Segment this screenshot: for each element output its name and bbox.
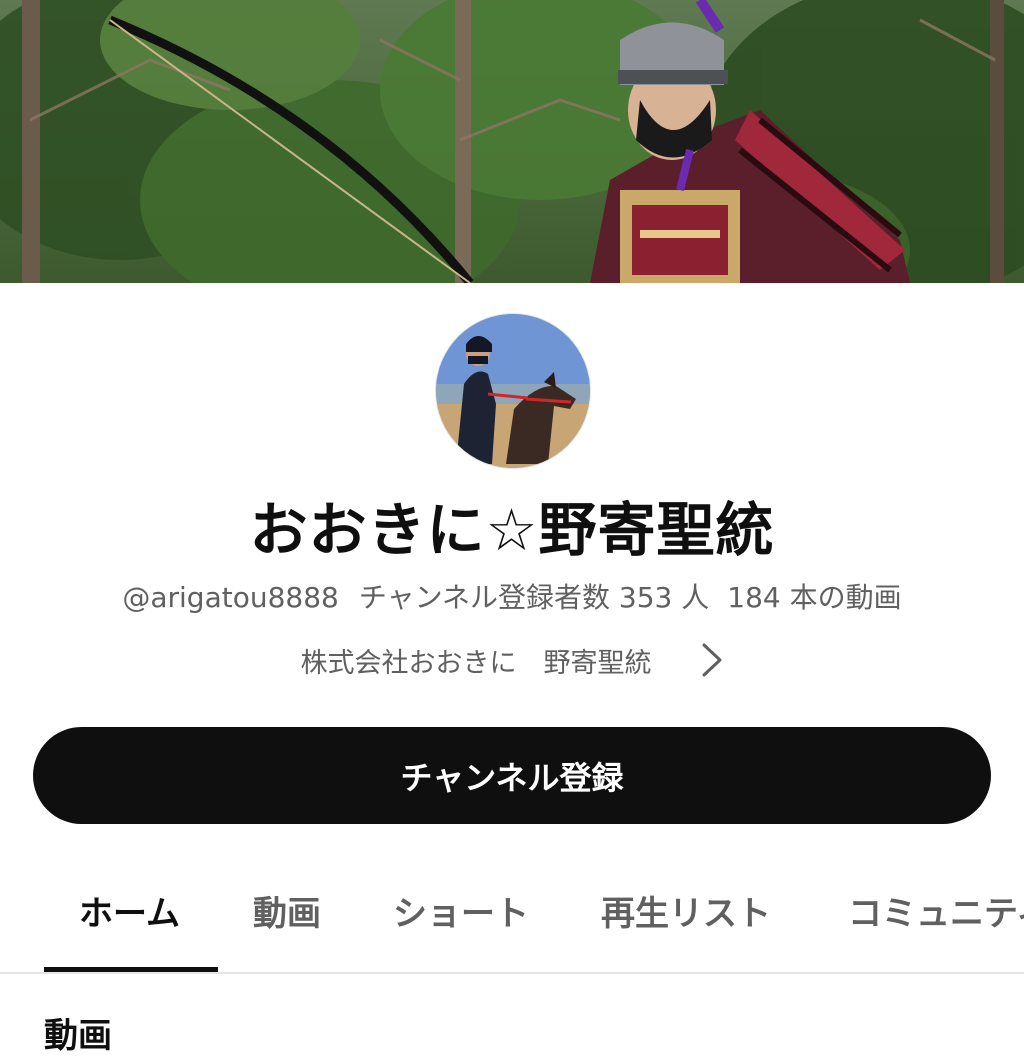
tab-shorts[interactable]: ショート — [393, 888, 529, 940]
channel-avatar[interactable] — [436, 314, 590, 468]
subscriber-count: チャンネル登録者数 353 人 — [358, 581, 710, 614]
section-title: 動画 — [44, 1016, 112, 1056]
channel-handle: @arigatou8888 — [122, 581, 339, 614]
chevron-right-icon — [700, 642, 724, 678]
tab-active-indicator — [44, 967, 218, 972]
tab-home[interactable]: ホーム — [79, 888, 180, 940]
channel-banner — [0, 0, 1024, 283]
tab-community[interactable]: コミュニティ — [848, 888, 1024, 940]
channel-description: 株式会社おおきに 野寄聖統 — [300, 647, 652, 679]
channel-meta: @arigatou8888 チャンネル登録者数 353 人 184 本の動画 — [0, 578, 1024, 618]
video-count: 184 本の動画 — [727, 581, 902, 614]
channel-tabs: ホーム 動画 ショート 再生リスト コミュニティ — [0, 860, 1024, 974]
subscribe-button[interactable]: チャンネル登録 — [33, 727, 991, 824]
channel-description-link[interactable]: 株式会社おおきに 野寄聖統 — [0, 638, 1024, 682]
tab-playlists[interactable]: 再生リスト — [601, 888, 771, 940]
channel-name: おおきに☆野寄聖統 — [249, 496, 775, 564]
tab-videos[interactable]: 動画 — [253, 888, 321, 940]
